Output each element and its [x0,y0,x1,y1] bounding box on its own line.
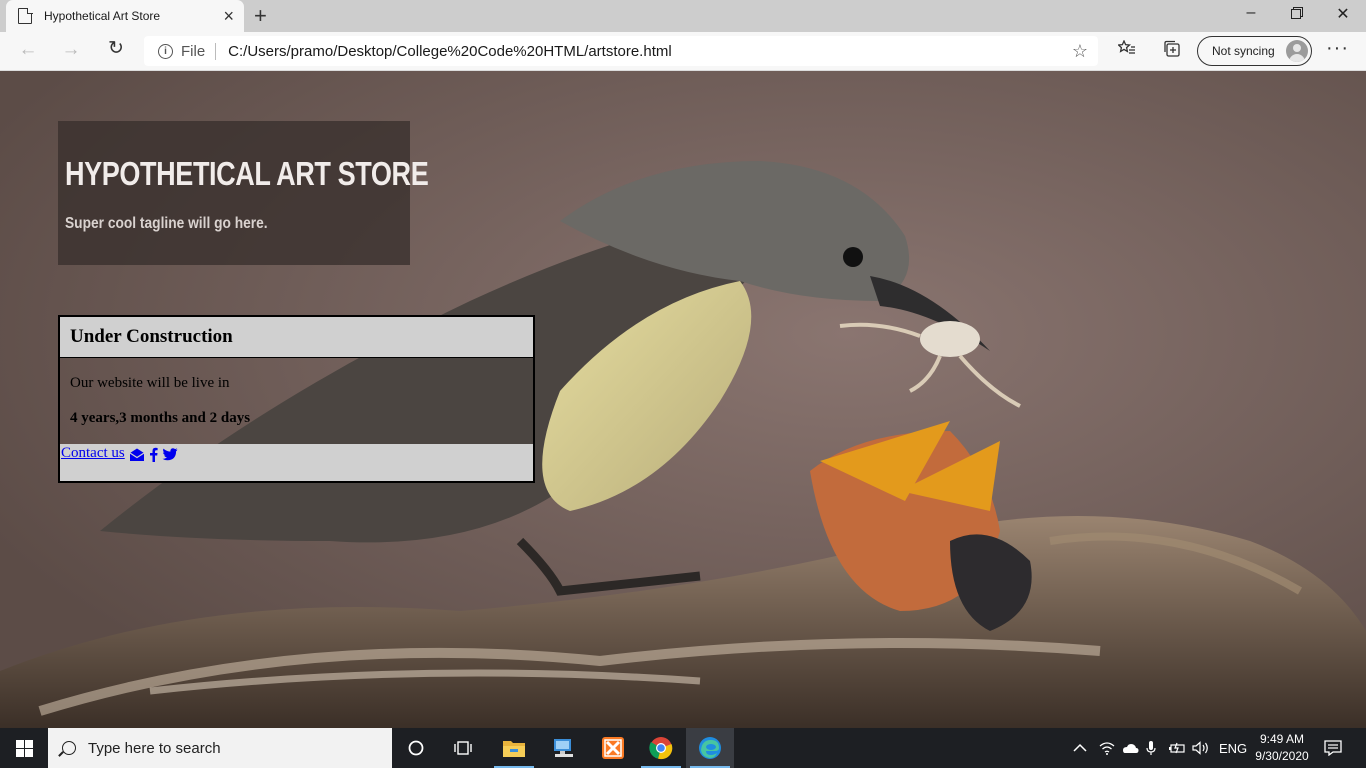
panel-heading: Under Construction [60,317,533,358]
restore-icon[interactable] [1274,4,1320,24]
forward-icon[interactable]: → [57,39,85,61]
notification-center-icon[interactable] [1324,728,1342,768]
language-indicator[interactable]: ENG [1219,728,1247,768]
page-icon [18,7,33,24]
new-tab-icon[interactable]: + [254,3,267,29]
construction-panel: Under Construction Our website will be l… [58,315,535,483]
favorites-icon[interactable] [1116,39,1136,61]
network-drive-icon[interactable] [540,728,588,768]
microphone-icon[interactable] [1146,728,1156,768]
system-clock[interactable]: 9:49 AM 9/30/2020 [1247,731,1317,765]
taskbar-search-box[interactable]: Type here to search [48,728,392,768]
file-explorer-icon[interactable] [490,728,538,768]
wifi-icon[interactable] [1099,728,1115,768]
address-bar[interactable]: i File C:/Users/pramo/Desktop/College%20… [144,36,1098,66]
volume-icon[interactable] [1192,728,1210,768]
onedrive-icon[interactable] [1121,728,1139,768]
favorite-star-icon[interactable]: ☆ [1072,41,1088,62]
page-viewport: HYPOTHETICAL ART STORE Super cool taglin… [0,71,1366,728]
panel-body: Our website will be live in 4 years,3 mo… [60,358,533,444]
search-placeholder: Type here to search [88,739,221,757]
twitter-icon[interactable] [162,448,178,461]
chrome-icon[interactable] [637,728,685,768]
clock-date: 9/30/2020 [1255,749,1309,763]
site-header: HYPOTHETICAL ART STORE Super cool taglin… [58,121,429,265]
panel-footer: Contact us [60,444,533,481]
xampp-icon[interactable] [589,728,637,768]
show-hidden-icons[interactable] [1073,728,1087,768]
url-text[interactable]: C:/Users/pramo/Desktop/College%20Code%20… [228,43,1072,60]
search-icon [62,741,76,755]
clock-time: 9:49 AM [1259,732,1305,746]
browser-toolbar: ← → ↻ i File C:/Users/pramo/Desktop/Coll… [0,32,1366,71]
collections-icon[interactable] [1163,40,1181,62]
profile-avatar-icon [1286,40,1308,62]
more-options-icon[interactable]: ··· [1326,37,1349,60]
close-window-icon[interactable]: ✕ [1320,4,1366,24]
social-links [129,447,178,462]
tab-title: Hypothetical Art Store [44,9,161,23]
site-tagline: Super cool tagline will go here. [65,215,268,232]
task-view-icon[interactable] [440,728,488,768]
back-icon[interactable]: ← [14,39,42,61]
battery-icon[interactable] [1168,728,1186,768]
facebook-icon[interactable] [149,447,158,462]
launch-intro-text: Our website will be live in [70,375,230,391]
info-icon[interactable]: i [158,43,173,59]
sync-status-button[interactable]: Not syncing [1197,36,1312,66]
edge-icon[interactable] [686,728,734,768]
scheme-label: File [181,42,217,60]
tab-strip: Hypothetical Art Store × + – ✕ [0,0,1366,32]
sync-label: Not syncing [1212,44,1275,58]
close-tab-icon[interactable]: × [223,7,234,25]
browser-tab[interactable]: Hypothetical Art Store × [6,0,244,32]
envelope-icon[interactable] [129,448,145,462]
contact-us-link[interactable]: Contact us [61,445,125,462]
cortana-icon[interactable] [392,728,440,768]
taskbar: Type here to search ENG 9:49 AM 9/30/202 [0,728,1366,768]
minimize-icon[interactable]: – [1228,4,1274,22]
refresh-icon[interactable]: ↻ [102,37,130,60]
countdown-text: 4 years,3 months and 2 days [70,410,251,426]
windows-start-icon[interactable] [0,728,48,768]
site-title: HYPOTHETICAL ART STORE [65,155,429,192]
